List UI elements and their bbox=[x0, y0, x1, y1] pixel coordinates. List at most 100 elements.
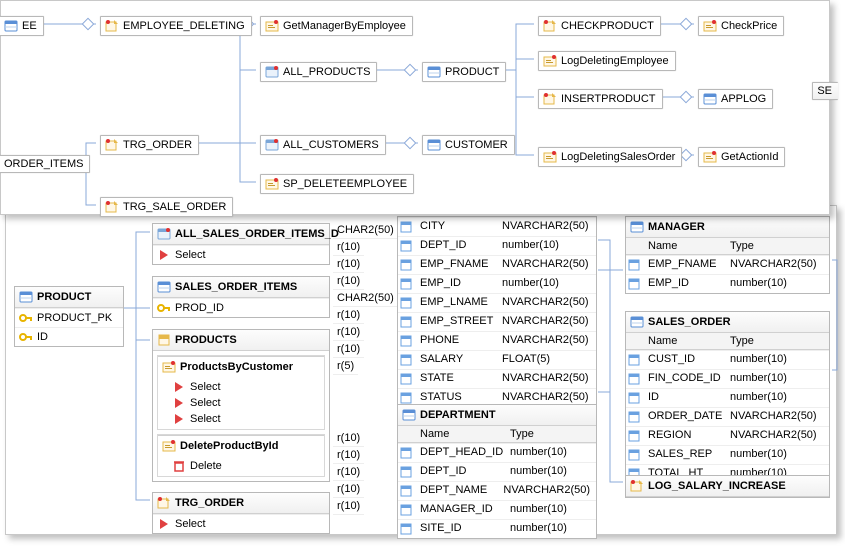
node-label: APPLOG bbox=[721, 93, 766, 105]
panel-title: PRODUCTS bbox=[175, 334, 237, 346]
node-checkproduct[interactable]: CHECKPRODUCT bbox=[538, 16, 661, 36]
table-row[interactable]: SITE_IDnumber(10) bbox=[398, 519, 596, 538]
table-row[interactable]: CITYNVARCHAR2(50) bbox=[398, 217, 596, 236]
node-label: GetActionId bbox=[721, 151, 778, 163]
action-label: Select bbox=[190, 413, 221, 425]
node-label: TRG_ORDER bbox=[123, 139, 192, 151]
node-log-deleting-sales-order[interactable]: LogDeletingSalesOrder bbox=[538, 147, 682, 167]
table-row[interactable]: EMP_FNAMENVARCHAR2(50) bbox=[626, 255, 829, 274]
table-row[interactable]: EMP_LNAMENVARCHAR2(50) bbox=[398, 293, 596, 312]
table-row[interactable]: ORDER_DATENVARCHAR2(50) bbox=[626, 407, 829, 426]
table-sales-order[interactable]: SALES_ORDER NameType CUST_IDnumber(10)FI… bbox=[625, 311, 830, 484]
table-row[interactable]: SALARYFLOAT(5) bbox=[398, 350, 596, 369]
column-icon bbox=[399, 239, 413, 253]
table-row[interactable]: MANAGER_IDnumber(10) bbox=[398, 500, 596, 519]
node-product-flow[interactable]: PRODUCT bbox=[422, 62, 506, 82]
table-row[interactable]: SALES_REPnumber(10) bbox=[626, 445, 829, 464]
node-employee[interactable]: EE bbox=[0, 16, 44, 36]
node-label: ORDER_ITEMS bbox=[4, 158, 83, 170]
field-label: PROD_ID bbox=[175, 302, 224, 314]
col-name: ORDER_DATE bbox=[642, 408, 724, 426]
type-label: CHAR2(50) bbox=[333, 290, 398, 307]
table-log-salary-increase[interactable]: LOG_SALARY_INCREASE bbox=[625, 475, 830, 498]
type-label: r(10) bbox=[333, 324, 364, 341]
column-icon bbox=[399, 446, 413, 460]
panel-product[interactable]: PRODUCT PRODUCT_PK ID bbox=[14, 286, 124, 347]
select-icon bbox=[172, 396, 186, 410]
col-type: FLOAT(5) bbox=[496, 351, 556, 369]
table-manager[interactable]: MANAGER NameType EMP_FNAMENVARCHAR2(50)E… bbox=[625, 216, 830, 294]
table-row[interactable]: STATENVARCHAR2(50) bbox=[398, 369, 596, 388]
panel-title: TRG_ORDER bbox=[175, 497, 244, 509]
table-row[interactable]: DEPT_NAMENVARCHAR2(50) bbox=[398, 481, 596, 500]
column-icon bbox=[627, 258, 641, 272]
col-name: EMP_LNAME bbox=[414, 294, 496, 312]
col-name: CITY bbox=[414, 218, 496, 236]
type-label: r(10) bbox=[333, 239, 364, 256]
table-row[interactable]: EMP_FNAMENVARCHAR2(50) bbox=[398, 255, 596, 274]
col-type: number(10) bbox=[504, 501, 573, 519]
table-row[interactable]: EMP_STREETNVARCHAR2(50) bbox=[398, 312, 596, 331]
node-all-products[interactable]: ALL_PRODUCTS bbox=[260, 62, 377, 82]
select-icon bbox=[172, 412, 186, 426]
table-row[interactable]: DEPT_HEAD_IDnumber(10) bbox=[398, 443, 596, 462]
node-label: CheckPrice bbox=[721, 20, 777, 32]
node-partial-right[interactable]: SE bbox=[812, 82, 838, 100]
node-get-action-id[interactable]: GetActionId bbox=[698, 147, 785, 167]
node-all-customers[interactable]: ALL_CUSTOMERS bbox=[260, 135, 386, 155]
col-name: EMP_FNAME bbox=[642, 256, 724, 274]
table-row[interactable]: FIN_CODE_IDnumber(10) bbox=[626, 369, 829, 388]
col-name: PHONE bbox=[414, 332, 496, 350]
col-type: NVARCHAR2(50) bbox=[496, 218, 595, 236]
table-icon bbox=[630, 220, 644, 234]
node-trg-sale-order[interactable]: TRG_SALE_ORDER bbox=[100, 197, 233, 217]
type-label: r(10) bbox=[333, 341, 364, 358]
col-type: NVARCHAR2(50) bbox=[496, 332, 595, 350]
node-customer[interactable]: CUSTOMER bbox=[422, 135, 515, 155]
node-log-deleting-employee[interactable]: LogDeletingEmployee bbox=[538, 51, 676, 71]
select-icon bbox=[172, 380, 186, 394]
col-type: number(10) bbox=[504, 520, 573, 538]
proc-label: DeleteProductById bbox=[180, 440, 278, 452]
col-name: DEPT_HEAD_ID bbox=[414, 444, 504, 462]
table-row[interactable]: DEPT_IDnumber(10) bbox=[398, 462, 596, 481]
proc-icon bbox=[162, 439, 176, 453]
col-type: NVARCHAR2(50) bbox=[496, 256, 595, 274]
col-name: SITE_ID bbox=[414, 520, 504, 538]
panel-products-pkg[interactable]: PRODUCTS ProductsByCustomer Select Selec… bbox=[152, 329, 330, 482]
col-type: number(10) bbox=[504, 463, 573, 481]
select-icon bbox=[157, 248, 171, 262]
col-name: EMP_ID bbox=[414, 275, 496, 293]
table-row[interactable]: EMP_IDnumber(10) bbox=[626, 274, 829, 293]
node-get-manager-by-employee[interactable]: GetManagerByEmployee bbox=[260, 16, 413, 36]
node-trg-order[interactable]: TRG_ORDER bbox=[100, 135, 199, 155]
node-order-items[interactable]: ORDER_ITEMS bbox=[0, 155, 90, 173]
col-header: Name bbox=[642, 238, 724, 254]
col-name: EMP_ID bbox=[642, 275, 724, 293]
type-label: r(10) bbox=[333, 464, 364, 481]
node-applog[interactable]: APPLOG bbox=[698, 89, 773, 109]
panel-all-sales-order-items[interactable]: ALL_SALES_ORDER_ITEMS_D Select bbox=[152, 223, 330, 265]
col-name: DEPT_NAME bbox=[414, 482, 497, 500]
table-department[interactable]: DEPARTMENT NameType DEPT_HEAD_IDnumber(1… bbox=[397, 404, 597, 539]
table-icon bbox=[630, 315, 644, 329]
table-row[interactable]: PHONENVARCHAR2(50) bbox=[398, 331, 596, 350]
table-row[interactable]: REGIONNVARCHAR2(50) bbox=[626, 426, 829, 445]
table-row[interactable]: DEPT_IDnumber(10) bbox=[398, 236, 596, 255]
table-row[interactable]: EMP_IDnumber(10) bbox=[398, 274, 596, 293]
table-row[interactable]: CUST_IDnumber(10) bbox=[626, 350, 829, 369]
table-employee-cols[interactable]: CITYNVARCHAR2(50)DEPT_IDnumber(10)EMP_FN… bbox=[397, 216, 597, 427]
node-employee-deleting[interactable]: EMPLOYEE_DELETING bbox=[100, 16, 252, 36]
node-checkprice[interactable]: CheckPrice bbox=[698, 16, 784, 36]
panel-sales-order-items[interactable]: SALES_ORDER_ITEMS PROD_ID bbox=[152, 276, 330, 318]
field-label: PRODUCT_PK bbox=[37, 312, 112, 324]
node-sp-deleteemployee[interactable]: SP_DELETEEMPLOYEE bbox=[260, 174, 414, 194]
panel-trg-order-lower[interactable]: TRG_ORDER Select bbox=[152, 492, 330, 534]
node-insertproduct[interactable]: INSERTPRODUCT bbox=[538, 89, 663, 109]
col-type: number(10) bbox=[724, 446, 793, 464]
column-icon bbox=[399, 353, 413, 367]
col-name: DEPT_ID bbox=[414, 463, 504, 481]
package-icon bbox=[157, 333, 171, 347]
col-type: NVARCHAR2(50) bbox=[724, 256, 823, 274]
table-row[interactable]: IDnumber(10) bbox=[626, 388, 829, 407]
